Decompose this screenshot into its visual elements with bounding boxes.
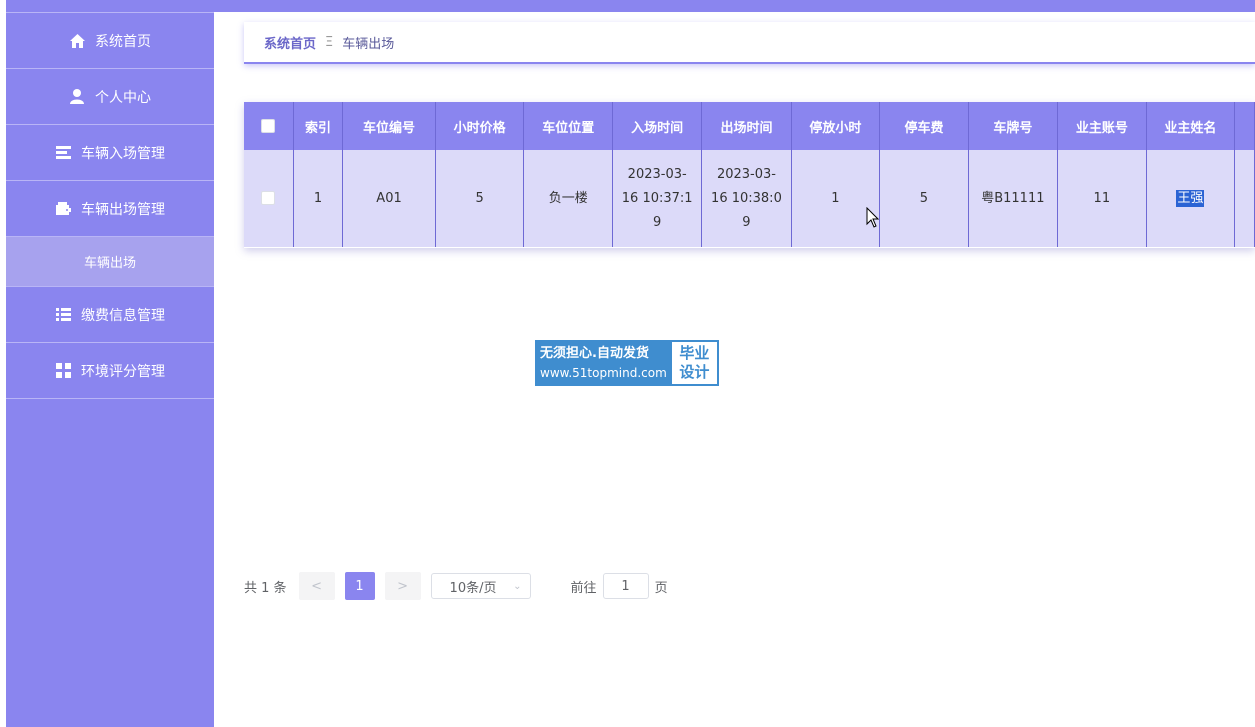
page-number-button[interactable]: 1 [344, 572, 375, 600]
goto-page-input[interactable]: 1 [602, 573, 649, 599]
list-icon [55, 307, 71, 323]
sidebar-item-label: 个人中心 [95, 89, 151, 106]
sidebar-item-profile[interactable]: 个人中心 [6, 69, 214, 125]
grid-icon [55, 363, 71, 379]
chevron-down-icon: ⌄ [513, 580, 522, 592]
column-header: 索引 [293, 102, 344, 150]
sidebar-item-vehicle-exit[interactable]: 车辆出场管理 [6, 181, 214, 237]
cell-hour-price: 5 [435, 150, 525, 247]
column-header[interactable]: 停放小时 [791, 102, 881, 150]
cell-exit-time: 2023-03- 16 10:38:0 9 [701, 150, 792, 247]
sidebar-item-vehicle-entry[interactable]: 车辆入场管理 [6, 125, 214, 181]
column-header-overflow [1234, 102, 1255, 150]
cell-plate: 粤B11111 [968, 150, 1059, 247]
breadcrumb-current: 车辆出场 [342, 36, 395, 52]
next-page-button[interactable]: > [384, 572, 421, 600]
sidebar-item-home[interactable]: 系统首页 [6, 13, 214, 69]
sidebar-item-label: 车辆出场管理 [81, 201, 165, 218]
sidebar: 系统首页 个人中心 车辆入场管理 车辆出场管理 车辆出场 缴费信息管理 环境评分… [6, 0, 214, 727]
owner-name-selected-text: 王强 [1176, 189, 1205, 207]
column-header[interactable]: 车位位置 [523, 102, 614, 150]
watermark-tag-line: 设计 [679, 363, 710, 381]
sidebar-subitem-vehicle-exit[interactable]: 车辆出场 [6, 237, 214, 287]
pagination-total: 共 1 条 [244, 580, 287, 596]
cell-account: 11 [1057, 150, 1147, 247]
watermark-text: 无须担心.自动发货 www.51topmind.com [535, 340, 672, 386]
goto-label: 前往 [570, 580, 597, 596]
user-icon [69, 89, 85, 105]
column-header[interactable]: 业主姓名 [1146, 102, 1236, 150]
watermark-slogan: 无须担心.自动发货 [540, 346, 649, 361]
cell-fee: 5 [879, 150, 969, 247]
breadcrumb: 系统首页 Ξ 车辆出场 [244, 22, 1255, 64]
sidebar-top [6, 0, 214, 13]
wallet-icon [55, 201, 71, 217]
entry-time-line: 16 10:37:1 [621, 190, 693, 206]
sidebar-item-label: 环境评分管理 [81, 363, 165, 380]
vehicle-exit-table: 索引 车位编号 小时价格 车位位置 入场时间 出场时间 停放小时 停车费 车牌号… [244, 102, 1255, 248]
sidebar-item-label: 缴费信息管理 [81, 307, 165, 324]
watermark-url: www.51topmind.com [540, 366, 667, 380]
page-suffix: 页 [654, 580, 668, 596]
column-header[interactable]: 车牌号 [968, 102, 1059, 150]
cell-overflow [1234, 150, 1255, 247]
cell-owner-name: 王强 [1146, 150, 1236, 247]
exit-time-line: 9 [742, 214, 751, 230]
page-size-value: 10条/页 [449, 580, 497, 596]
select-all-checkbox[interactable] [261, 119, 276, 133]
column-header[interactable]: 出场时间 [701, 102, 792, 150]
row-checkbox[interactable] [261, 191, 276, 205]
sidebar-item-payment[interactable]: 缴费信息管理 [6, 287, 214, 343]
entry-time-line: 2023-03- [627, 166, 687, 182]
cell-location: 负一楼 [523, 150, 614, 247]
watermark-tag: 毕业 设计 [671, 342, 717, 384]
exit-time-line: 2023-03- [716, 166, 776, 182]
sidebar-item-label: 车辆出场 [83, 256, 136, 271]
sidebar-item-label: 车辆入场管理 [81, 145, 165, 162]
column-header[interactable]: 入场时间 [612, 102, 703, 150]
breadcrumb-separator: Ξ [325, 34, 334, 50]
sidebar-item-environment[interactable]: 环境评分管理 [6, 343, 214, 399]
mouse-cursor-icon [866, 206, 880, 232]
list-icon [55, 145, 71, 161]
watermark-logo: 无须担心.自动发货 www.51topmind.com 毕业 设计 [535, 340, 719, 386]
cell-space-no: A01 [342, 150, 436, 247]
watermark-tag-line: 毕业 [679, 344, 710, 362]
row-select-cell [244, 150, 294, 247]
select-all-cell [244, 102, 294, 150]
sidebar-item-label: 系统首页 [95, 33, 151, 50]
prev-page-button[interactable]: < [298, 572, 335, 600]
cell-entry-time: 2023-03- 16 10:37:1 9 [612, 150, 703, 247]
table-header-row: 索引 车位编号 小时价格 车位位置 入场时间 出场时间 停放小时 停车费 车牌号… [244, 102, 1255, 150]
column-header[interactable]: 停车费 [879, 102, 969, 150]
page-size-select[interactable]: 10条/页 ⌄ [430, 573, 531, 599]
column-header[interactable]: 业主账号 [1057, 102, 1147, 150]
cell-index: 1 [293, 150, 344, 247]
exit-time-line: 16 10:38:0 [711, 190, 782, 206]
cell-hours: 1 [791, 150, 881, 247]
column-header[interactable]: 小时价格 [435, 102, 525, 150]
pagination: 共 1 条 < 1 > 10条/页 ⌄ 前往 1 页 [244, 572, 668, 600]
table-row[interactable]: 1 A01 5 负一楼 2023-03- 16 10:37:1 9 2023-0… [244, 150, 1255, 247]
entry-time-line: 9 [653, 214, 662, 230]
top-header-bar [214, 0, 1255, 12]
home-icon [69, 33, 85, 49]
breadcrumb-home-link[interactable]: 系统首页 [264, 33, 316, 52]
column-header[interactable]: 车位编号 [342, 102, 436, 150]
